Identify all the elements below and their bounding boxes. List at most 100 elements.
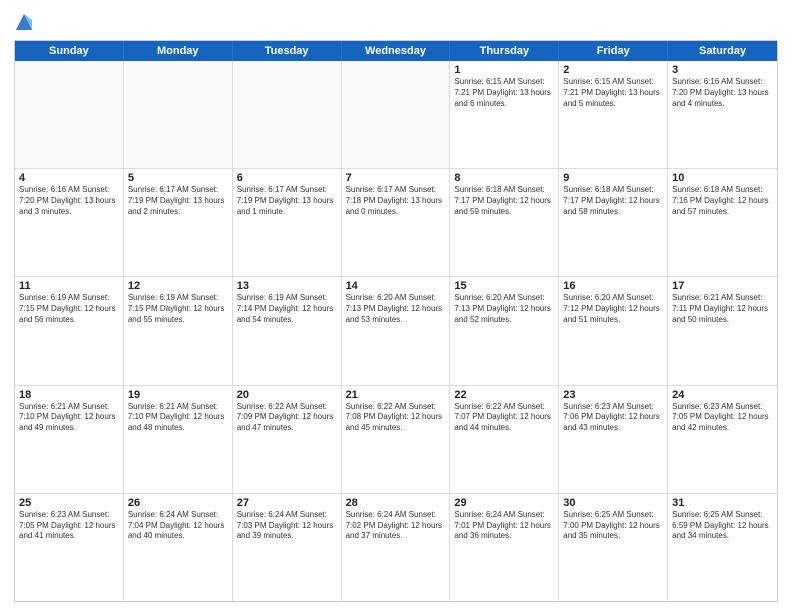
day-number: 28 bbox=[346, 497, 446, 509]
day-cell-27: 27Sunrise: 6:24 AM Sunset: 7:03 PM Dayli… bbox=[233, 494, 342, 601]
day-info: Sunrise: 6:21 AM Sunset: 7:11 PM Dayligh… bbox=[672, 293, 773, 325]
day-cell-25: 25Sunrise: 6:23 AM Sunset: 7:05 PM Dayli… bbox=[15, 494, 124, 601]
header-day-tuesday: Tuesday bbox=[233, 41, 342, 61]
day-cell-24: 24Sunrise: 6:23 AM Sunset: 7:05 PM Dayli… bbox=[668, 386, 777, 493]
header-day-thursday: Thursday bbox=[450, 41, 559, 61]
day-cell-22: 22Sunrise: 6:22 AM Sunset: 7:07 PM Dayli… bbox=[450, 386, 559, 493]
day-cell-5: 5Sunrise: 6:17 AM Sunset: 7:19 PM Daylig… bbox=[124, 169, 233, 276]
logo bbox=[14, 10, 36, 34]
day-number: 31 bbox=[672, 497, 773, 509]
day-info: Sunrise: 6:15 AM Sunset: 7:21 PM Dayligh… bbox=[454, 77, 554, 109]
day-number: 22 bbox=[454, 389, 554, 401]
day-number: 8 bbox=[454, 172, 554, 184]
day-number: 26 bbox=[128, 497, 228, 509]
day-cell-17: 17Sunrise: 6:21 AM Sunset: 7:11 PM Dayli… bbox=[668, 277, 777, 384]
header-day-friday: Friday bbox=[559, 41, 668, 61]
day-cell-15: 15Sunrise: 6:20 AM Sunset: 7:13 PM Dayli… bbox=[450, 277, 559, 384]
day-info: Sunrise: 6:24 AM Sunset: 7:03 PM Dayligh… bbox=[237, 510, 337, 542]
day-cell-29: 29Sunrise: 6:24 AM Sunset: 7:01 PM Dayli… bbox=[450, 494, 559, 601]
day-cell-10: 10Sunrise: 6:18 AM Sunset: 7:16 PM Dayli… bbox=[668, 169, 777, 276]
day-number: 27 bbox=[237, 497, 337, 509]
day-number: 5 bbox=[128, 172, 228, 184]
day-info: Sunrise: 6:15 AM Sunset: 7:21 PM Dayligh… bbox=[563, 77, 663, 109]
day-cell-14: 14Sunrise: 6:20 AM Sunset: 7:13 PM Dayli… bbox=[342, 277, 451, 384]
day-info: Sunrise: 6:22 AM Sunset: 7:09 PM Dayligh… bbox=[237, 402, 337, 434]
day-number: 4 bbox=[19, 172, 119, 184]
day-info: Sunrise: 6:19 AM Sunset: 7:15 PM Dayligh… bbox=[128, 293, 228, 325]
day-number: 9 bbox=[563, 172, 663, 184]
day-info: Sunrise: 6:19 AM Sunset: 7:14 PM Dayligh… bbox=[237, 293, 337, 325]
day-number: 18 bbox=[19, 389, 119, 401]
day-number: 16 bbox=[563, 280, 663, 292]
day-cell-28: 28Sunrise: 6:24 AM Sunset: 7:02 PM Dayli… bbox=[342, 494, 451, 601]
day-number: 23 bbox=[563, 389, 663, 401]
day-number: 20 bbox=[237, 389, 337, 401]
day-cell-12: 12Sunrise: 6:19 AM Sunset: 7:15 PM Dayli… bbox=[124, 277, 233, 384]
day-cell-6: 6Sunrise: 6:17 AM Sunset: 7:19 PM Daylig… bbox=[233, 169, 342, 276]
day-info: Sunrise: 6:20 AM Sunset: 7:12 PM Dayligh… bbox=[563, 293, 663, 325]
header-day-saturday: Saturday bbox=[668, 41, 777, 61]
header bbox=[14, 10, 778, 34]
empty-cell-0-0 bbox=[15, 61, 124, 168]
calendar-row-0: 1Sunrise: 6:15 AM Sunset: 7:21 PM Daylig… bbox=[15, 61, 777, 169]
calendar-header: SundayMondayTuesdayWednesdayThursdayFrid… bbox=[15, 41, 777, 61]
day-cell-1: 1Sunrise: 6:15 AM Sunset: 7:21 PM Daylig… bbox=[450, 61, 559, 168]
day-cell-11: 11Sunrise: 6:19 AM Sunset: 7:15 PM Dayli… bbox=[15, 277, 124, 384]
logo-icon bbox=[14, 10, 34, 34]
header-day-sunday: Sunday bbox=[15, 41, 124, 61]
day-info: Sunrise: 6:17 AM Sunset: 7:19 PM Dayligh… bbox=[237, 185, 337, 217]
day-info: Sunrise: 6:25 AM Sunset: 6:59 PM Dayligh… bbox=[672, 510, 773, 542]
day-info: Sunrise: 6:18 AM Sunset: 7:17 PM Dayligh… bbox=[454, 185, 554, 217]
day-info: Sunrise: 6:23 AM Sunset: 7:05 PM Dayligh… bbox=[19, 510, 119, 542]
day-number: 21 bbox=[346, 389, 446, 401]
day-info: Sunrise: 6:20 AM Sunset: 7:13 PM Dayligh… bbox=[454, 293, 554, 325]
day-number: 11 bbox=[19, 280, 119, 292]
day-cell-20: 20Sunrise: 6:22 AM Sunset: 7:09 PM Dayli… bbox=[233, 386, 342, 493]
calendar-row-1: 4Sunrise: 6:16 AM Sunset: 7:20 PM Daylig… bbox=[15, 169, 777, 277]
empty-cell-0-3 bbox=[342, 61, 451, 168]
day-info: Sunrise: 6:21 AM Sunset: 7:10 PM Dayligh… bbox=[19, 402, 119, 434]
day-info: Sunrise: 6:24 AM Sunset: 7:02 PM Dayligh… bbox=[346, 510, 446, 542]
day-info: Sunrise: 6:24 AM Sunset: 7:04 PM Dayligh… bbox=[128, 510, 228, 542]
day-number: 12 bbox=[128, 280, 228, 292]
header-day-wednesday: Wednesday bbox=[342, 41, 451, 61]
day-number: 29 bbox=[454, 497, 554, 509]
day-info: Sunrise: 6:23 AM Sunset: 7:06 PM Dayligh… bbox=[563, 402, 663, 434]
header-day-monday: Monday bbox=[124, 41, 233, 61]
day-number: 17 bbox=[672, 280, 773, 292]
day-number: 3 bbox=[672, 64, 773, 76]
day-info: Sunrise: 6:22 AM Sunset: 7:07 PM Dayligh… bbox=[454, 402, 554, 434]
calendar-row-2: 11 Sunrise: 6:19 AM Sunset: 7:15 PM Dayli… bbox=[15, 277, 777, 385]
day-info: Sunrise: 6:16 AM Sunset: 7:20 PM Dayligh… bbox=[19, 185, 119, 217]
day-cell-21: 21Sunrise: 6:22 AM Sunset: 7:08 PM Dayli… bbox=[342, 386, 451, 493]
page: SundayMondayTuesdayWednesdayThursdayFrid… bbox=[0, 0, 792, 612]
day-cell-30: 30Sunrise: 6:25 AM Sunset: 7:00 PM Dayli… bbox=[559, 494, 668, 601]
day-number: 7 bbox=[346, 172, 446, 184]
day-cell-7: 7Sunrise: 6:17 AM Sunset: 7:18 PM Daylig… bbox=[342, 169, 451, 276]
day-number: 10 bbox=[672, 172, 773, 184]
day-cell-2: 2Sunrise: 6:15 AM Sunset: 7:21 PM Daylig… bbox=[559, 61, 668, 168]
day-info: Sunrise: 6:23 AM Sunset: 7:05 PM Dayligh… bbox=[672, 402, 773, 434]
day-cell-4: 4Sunrise: 6:16 AM Sunset: 7:20 PM Daylig… bbox=[15, 169, 124, 276]
day-info: Sunrise: 6:18 AM Sunset: 7:17 PM Dayligh… bbox=[563, 185, 663, 217]
day-info: Sunrise: 6:24 AM Sunset: 7:01 PM Dayligh… bbox=[454, 510, 554, 542]
day-cell-31: 31Sunrise: 6:25 AM Sunset: 6:59 PM Dayli… bbox=[668, 494, 777, 601]
day-number: 14 bbox=[346, 280, 446, 292]
calendar-body: 1Sunrise: 6:15 AM Sunset: 7:21 PM Daylig… bbox=[15, 61, 777, 601]
day-number: 6 bbox=[237, 172, 337, 184]
day-cell-13: 13Sunrise: 6:19 AM Sunset: 7:14 PM Dayli… bbox=[233, 277, 342, 384]
day-info: Sunrise: 6:25 AM Sunset: 7:00 PM Dayligh… bbox=[563, 510, 663, 542]
day-info: Sunrise: 6:17 AM Sunset: 7:18 PM Dayligh… bbox=[346, 185, 446, 217]
day-number: 30 bbox=[563, 497, 663, 509]
calendar: SundayMondayTuesdayWednesdayThursdayFrid… bbox=[14, 40, 778, 602]
day-number: 1 bbox=[454, 64, 554, 76]
day-cell-23: 23Sunrise: 6:23 AM Sunset: 7:06 PM Dayli… bbox=[559, 386, 668, 493]
day-info: Sunrise: 6:16 AM Sunset: 7:20 PM Dayligh… bbox=[672, 77, 773, 109]
day-cell-16: 16Sunrise: 6:20 AM Sunset: 7:12 PM Dayli… bbox=[559, 277, 668, 384]
empty-cell-0-1 bbox=[124, 61, 233, 168]
day-cell-3: 3Sunrise: 6:16 AM Sunset: 7:20 PM Daylig… bbox=[668, 61, 777, 168]
day-info: Sunrise: 6:17 AM Sunset: 7:19 PM Dayligh… bbox=[128, 185, 228, 217]
day-number: 19 bbox=[128, 389, 228, 401]
day-info: Sunrise: 6:18 AM Sunset: 7:16 PM Dayligh… bbox=[672, 185, 773, 217]
day-number: 25 bbox=[19, 497, 119, 509]
